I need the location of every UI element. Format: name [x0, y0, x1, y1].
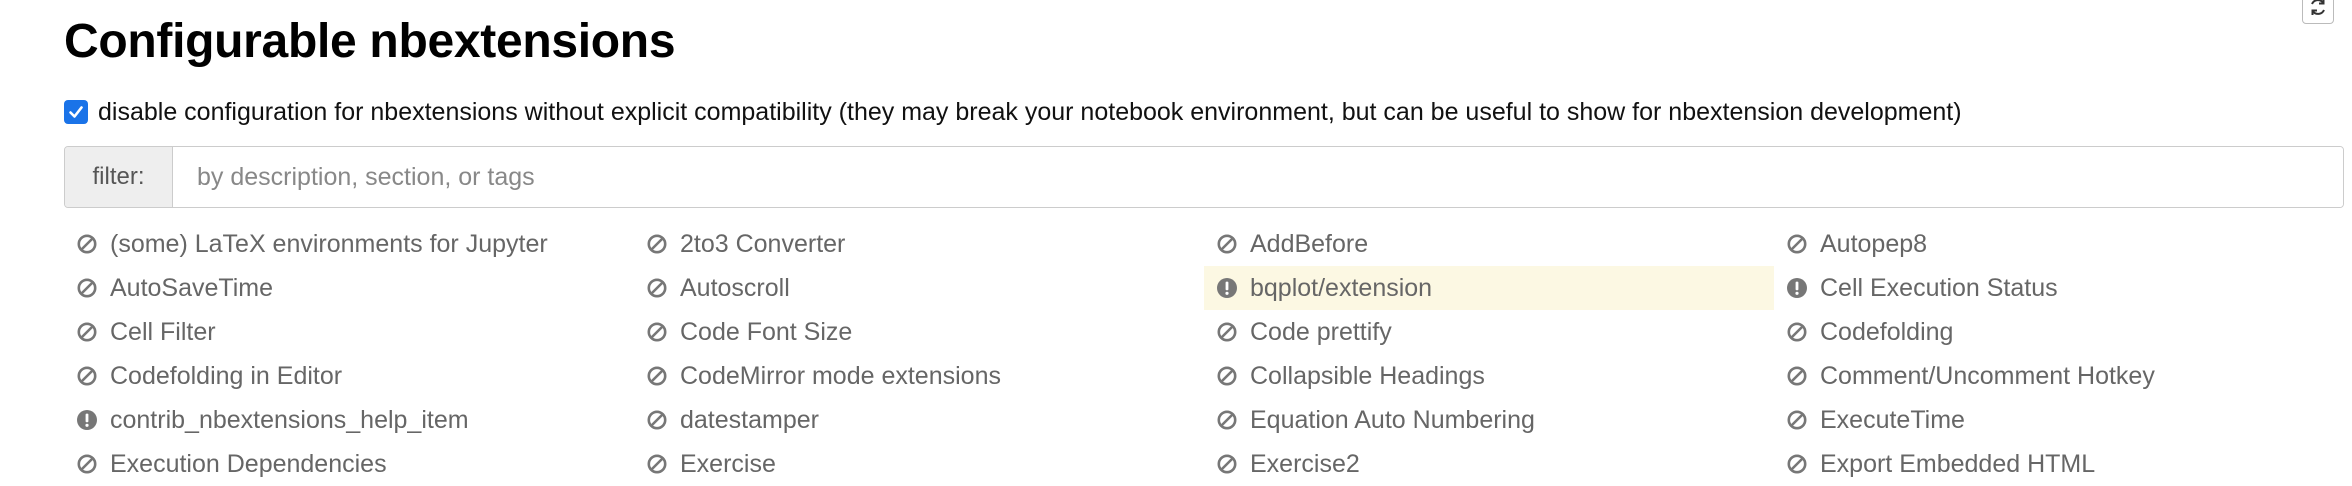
nbextension-label: Execution Dependencies — [110, 449, 387, 478]
ban-icon — [1216, 233, 1238, 255]
nbextension-label: Collapsible Headings — [1250, 361, 1485, 390]
nbextension-item[interactable]: (some) LaTeX environments for Jupyter — [64, 222, 634, 266]
nbextension-label: Comment/Uncomment Hotkey — [1820, 361, 2155, 390]
ban-icon — [646, 365, 668, 387]
ban-icon — [76, 321, 98, 343]
nbextension-label: Autoscroll — [680, 273, 790, 302]
nbextension-item[interactable]: AddBefore — [1204, 222, 1774, 266]
nbextension-item[interactable]: Cell Execution Status — [1774, 266, 2344, 310]
nbextension-item[interactable]: Codefolding — [1774, 310, 2344, 354]
nbextension-label: Code prettify — [1250, 317, 1392, 346]
nbextensions-config-page: Configurable nbextensions disable config… — [0, 0, 2352, 486]
nbextension-label: Codefolding in Editor — [110, 361, 343, 390]
ban-icon — [646, 321, 668, 343]
exclamation-circle-icon — [1786, 277, 1808, 299]
ban-icon — [76, 277, 98, 299]
ban-icon — [76, 233, 98, 255]
nbextension-item[interactable]: bqplot/extension — [1204, 266, 1774, 310]
ban-icon — [1786, 409, 1808, 431]
nbextension-item[interactable]: Autoscroll — [634, 266, 1204, 310]
ban-icon — [646, 453, 668, 475]
filter-bar: filter: — [64, 146, 2344, 208]
nbextension-label: datestamper — [680, 405, 819, 434]
ban-icon — [646, 233, 668, 255]
nbextension-label: Cell Execution Status — [1820, 273, 2058, 302]
ban-icon — [76, 453, 98, 475]
nbextension-label: Codefolding — [1820, 317, 1954, 346]
refresh-button[interactable] — [2302, 0, 2334, 24]
nbextension-label: AddBefore — [1250, 229, 1369, 258]
nbextension-item[interactable]: Comment/Uncomment Hotkey — [1774, 354, 2344, 398]
nbextension-item[interactable]: Equation Auto Numbering — [1204, 398, 1774, 442]
nbextension-label: Autopep8 — [1820, 229, 1928, 258]
nbextension-item[interactable]: Collapsible Headings — [1204, 354, 1774, 398]
nbextension-label: AutoSaveTime — [110, 273, 274, 302]
nbextension-item[interactable]: Cell Filter — [64, 310, 634, 354]
nbextension-label: ExecuteTime — [1820, 405, 1965, 434]
ban-icon — [1786, 365, 1808, 387]
ban-icon — [1786, 453, 1808, 475]
nbextension-item[interactable]: Exercise2 — [1204, 442, 1774, 486]
filter-input[interactable] — [173, 147, 2343, 207]
ban-icon — [1216, 409, 1238, 431]
nbextension-label: Cell Filter — [110, 317, 216, 346]
ban-icon — [1216, 453, 1238, 475]
exclamation-circle-icon — [1216, 277, 1238, 299]
ban-icon — [1216, 321, 1238, 343]
nbextension-label: Equation Auto Numbering — [1250, 405, 1535, 434]
ban-icon — [1216, 365, 1238, 387]
nbextension-item[interactable]: datestamper — [634, 398, 1204, 442]
nbextension-item[interactable]: contrib_nbextensions_help_item — [64, 398, 634, 442]
nbextension-item[interactable]: AutoSaveTime — [64, 266, 634, 310]
nbextension-label: (some) LaTeX environments for Jupyter — [110, 229, 548, 258]
nbextension-label: Exercise2 — [1250, 449, 1360, 478]
nbextension-item[interactable]: Code Font Size — [634, 310, 1204, 354]
nbextension-item[interactable]: 2to3 Converter — [634, 222, 1204, 266]
nbextension-label: Exercise — [680, 449, 776, 478]
checkmark-icon — [69, 106, 83, 118]
nbextension-item[interactable]: Execution Dependencies — [64, 442, 634, 486]
nbextension-label: contrib_nbextensions_help_item — [110, 405, 469, 434]
page-title: Configurable nbextensions — [64, 15, 676, 68]
ban-icon — [1786, 321, 1808, 343]
refresh-icon — [2308, 0, 2328, 22]
nbextension-item[interactable]: CodeMirror mode extensions — [634, 354, 1204, 398]
nbextension-item[interactable]: Code prettify — [1204, 310, 1774, 354]
nbextension-item[interactable]: Export Embedded HTML — [1774, 442, 2344, 486]
nbextension-item[interactable]: Codefolding in Editor — [64, 354, 634, 398]
nbextension-label: Export Embedded HTML — [1820, 449, 2096, 478]
nbextension-list: (some) LaTeX environments for Jupyter 2to… — [64, 222, 2344, 486]
nbextension-label: bqplot/extension — [1250, 273, 1433, 302]
nbextension-item[interactable]: Exercise — [634, 442, 1204, 486]
ban-icon — [1786, 233, 1808, 255]
nbextension-label: Code Font Size — [680, 317, 853, 346]
compat-toggle-row: disable configuration for nbextensions w… — [64, 95, 1962, 129]
exclamation-circle-icon — [76, 409, 98, 431]
compat-label[interactable]: disable configuration for nbextensions w… — [98, 98, 1962, 127]
ban-icon — [76, 365, 98, 387]
nbextension-label: CodeMirror mode extensions — [680, 361, 1001, 390]
compat-checkbox[interactable] — [64, 100, 88, 124]
nbextension-item[interactable]: Autopep8 — [1774, 222, 2344, 266]
nbextension-label: 2to3 Converter — [680, 229, 846, 258]
filter-label: filter: — [65, 147, 173, 207]
ban-icon — [646, 409, 668, 431]
ban-icon — [646, 277, 668, 299]
nbextension-item[interactable]: ExecuteTime — [1774, 398, 2344, 442]
